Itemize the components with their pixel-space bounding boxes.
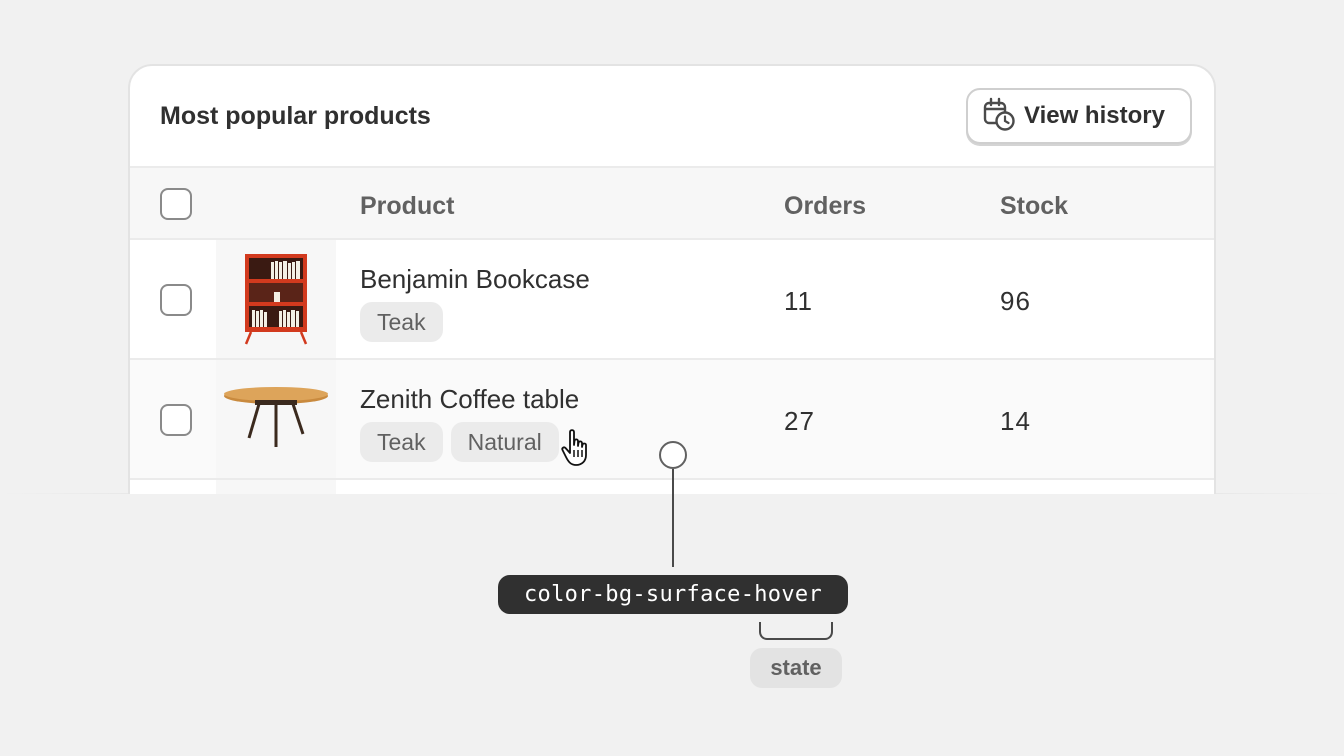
column-header-stock[interactable]: Stock [1000,192,1068,221]
token-segment-bracket [759,622,833,640]
products-card: Most popular products View history Produ… [128,64,1216,494]
annotation-leader-line [672,469,674,567]
token-name-label: color-bg-surface-hover [498,575,848,614]
product-tags: Teak [360,302,443,342]
thumbnail-placeholder [216,480,336,494]
state-label-chip: state [750,648,842,688]
card-clip: Most popular products View history Produ… [128,64,1216,494]
calendar-clock-icon [982,97,1016,136]
product-tag: Teak [360,302,443,342]
view-history-label: View history [1024,102,1165,129]
stock-value: 14 [1000,406,1031,436]
product-tag: Teak [360,422,443,462]
orders-value: 27 [784,406,815,436]
orders-value: 11 [784,286,813,316]
product-name[interactable]: Zenith Coffee table [360,384,579,415]
card-header: Most popular products View history [130,66,1214,168]
column-header-orders[interactable]: Orders [784,192,866,221]
column-header-product[interactable]: Product [360,192,454,221]
annotation-anchor-dot [659,441,687,469]
select-all-checkbox[interactable] [160,188,192,220]
bookcase-image [216,240,336,358]
card-title: Most popular products [160,102,431,130]
stock-value: 96 [1000,286,1031,316]
table-row[interactable]: Benjamin Bookcase Teak 11 96 [130,240,1214,360]
coffee-table-image [216,360,336,478]
product-name[interactable]: Benjamin Bookcase [360,264,590,295]
product-tag: Natural [450,422,559,462]
product-tags: Teak Natural [360,422,559,462]
row-checkbox[interactable] [160,284,192,316]
table-header: Product Orders Stock [130,168,1214,240]
hand-pointer-cursor-icon [560,428,594,468]
row-checkbox[interactable] [160,404,192,436]
view-history-button[interactable]: View history [966,88,1192,144]
